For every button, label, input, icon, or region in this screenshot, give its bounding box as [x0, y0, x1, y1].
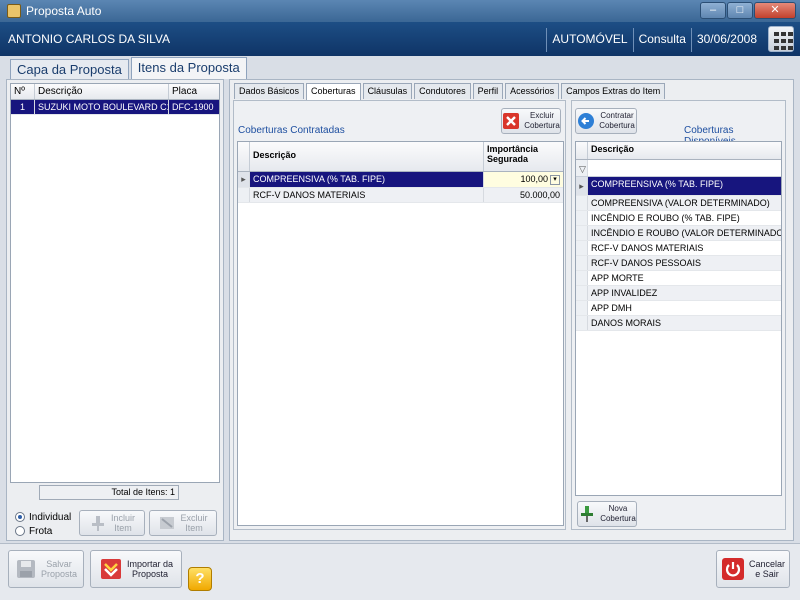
filter-input[interactable]: [588, 160, 781, 176]
tab-itens-da-proposta[interactable]: Itens da Proposta: [130, 57, 247, 79]
item-details-panel: Dados Básicos Coberturas Cláusulas Condu…: [229, 79, 794, 541]
tab-clausulas[interactable]: Cláusulas: [362, 83, 413, 99]
tab-campos-extras[interactable]: Campos Extras do Item: [561, 83, 666, 99]
import-icon: [99, 557, 123, 581]
list-item[interactable]: INCÊNDIO E ROUBO (VALOR DETERMINADO): [576, 226, 781, 241]
incluir-item-button[interactable]: Incluir Item: [79, 510, 145, 536]
list-item[interactable]: APP INVALIDEZ: [576, 286, 781, 301]
coberturas-contratadas-pane: Coberturas Contratadas Excluir Cobertura…: [233, 100, 566, 530]
col-descricao: Descrição: [250, 142, 484, 171]
list-item[interactable]: APP MORTE: [576, 271, 781, 286]
list-item[interactable]: ▸ COMPREENSIVA (% TAB. FIPE): [576, 177, 781, 196]
col-descricao: Descrição: [591, 144, 635, 154]
delete-item-icon: [158, 514, 176, 532]
delete-x-icon: [502, 112, 520, 130]
nova-cobertura-button[interactable]: Nova Cobertura: [577, 501, 637, 527]
proposal-header: ANTONIO CARLOS DA SILVA AUTOMÓVEL Consul…: [0, 22, 800, 56]
tab-dados-basicos[interactable]: Dados Básicos: [234, 83, 305, 99]
list-item[interactable]: APP DMH: [576, 301, 781, 316]
radio-dot-icon: [15, 526, 25, 536]
tab-coberturas[interactable]: Coberturas: [306, 83, 361, 101]
col-num: Nº: [11, 84, 35, 99]
radio-dot-icon: [15, 512, 25, 522]
chevron-down-icon[interactable]: ▾: [550, 174, 560, 185]
tab-condutores[interactable]: Condutores: [414, 83, 471, 99]
cancelar-sair-button[interactable]: Cancelar e Sair: [716, 550, 790, 588]
disponiveis-grid: Descrição ▽ ▸ COMPREENSIVA (% TAB. FIPE) …: [575, 141, 782, 496]
items-grid: Nº Descrição Placa 1 SUZUKI MOTO BOULEVA…: [10, 83, 220, 483]
window-title: Proposta Auto: [26, 4, 102, 18]
client-name: ANTONIO CARLOS DA SILVA: [8, 32, 171, 46]
filter-icon[interactable]: ▽: [576, 160, 588, 176]
contratar-cobertura-button[interactable]: Contratar Cobertura: [575, 108, 637, 134]
save-icon: [15, 558, 37, 580]
contratadas-grid: Descrição Importância Segurada ▸ COMPREE…: [237, 141, 564, 526]
filter-row[interactable]: ▽: [576, 160, 781, 177]
tab-capa-da-proposta[interactable]: Capa da Proposta: [10, 59, 129, 79]
col-importancia-segurada: Importância Segurada: [487, 144, 539, 164]
power-icon: [721, 557, 745, 581]
close-button[interactable]: ✕: [754, 2, 796, 19]
excluir-item-button[interactable]: Excluir Item: [149, 510, 217, 536]
radio-frota[interactable]: Frota: [15, 524, 71, 538]
list-item[interactable]: DANOS MORAIS: [576, 316, 781, 331]
salvar-proposta-button[interactable]: Salvar Proposta: [8, 550, 84, 588]
row-indicator-icon: ▸: [238, 172, 250, 187]
importancia-input[interactable]: 100,00 ▾: [484, 172, 563, 187]
excluir-cobertura-button[interactable]: Excluir Cobertura: [501, 108, 561, 134]
pin-icon: [578, 505, 596, 523]
list-item[interactable]: INCÊNDIO E ROUBO (% TAB. FIPE): [576, 211, 781, 226]
minimize-button[interactable]: –: [700, 2, 726, 19]
table-row[interactable]: RCF-V DANOS MATERIAIS 50.000,00: [238, 187, 563, 203]
list-item[interactable]: RCF-V DANOS MATERIAIS: [576, 241, 781, 256]
importar-proposta-button[interactable]: Importar da Proposta: [90, 550, 182, 588]
tab-perfil[interactable]: Perfil: [472, 83, 504, 99]
radio-individual[interactable]: Individual: [15, 510, 71, 524]
list-item[interactable]: RCF-V DANOS PESSOAIS: [576, 256, 781, 271]
app-icon: [7, 4, 21, 18]
col-descricao: Descrição: [35, 84, 169, 99]
tab-acessorios[interactable]: Acessórios: [505, 83, 560, 99]
row-indicator-icon: ▸: [576, 177, 588, 195]
table-row[interactable]: ▸ COMPREENSIVA (% TAB. FIPE) 100,00 ▾: [238, 172, 563, 188]
list-item[interactable]: COMPREENSIVA (VALOR DETERMINADO): [576, 196, 781, 211]
product-label: AUTOMÓVEL: [546, 28, 632, 52]
help-button[interactable]: ?: [188, 567, 212, 591]
calculator-icon[interactable]: [768, 26, 794, 52]
window-titlebar: Proposta Auto – □ ✕: [0, 0, 800, 22]
contratadas-title: Coberturas Contratadas: [238, 125, 345, 136]
table-row[interactable]: 1 SUZUKI MOTO BOULEVARD C1500 DFC-1900: [11, 100, 219, 115]
arrow-left-icon: [577, 112, 595, 130]
coberturas-disponiveis-pane: Contratar Cobertura Coberturas Disponíve…: [571, 100, 786, 530]
col-placa: Placa: [172, 86, 198, 97]
mode-label: Consulta: [632, 28, 691, 52]
pin-icon: [89, 514, 107, 532]
total-items-label: Total de Itens: 1: [39, 485, 179, 500]
date-label: 30/06/2008: [690, 28, 762, 52]
items-panel: Nº Descrição Placa 1 SUZUKI MOTO BOULEVA…: [6, 79, 224, 541]
maximize-button[interactable]: □: [727, 2, 753, 19]
